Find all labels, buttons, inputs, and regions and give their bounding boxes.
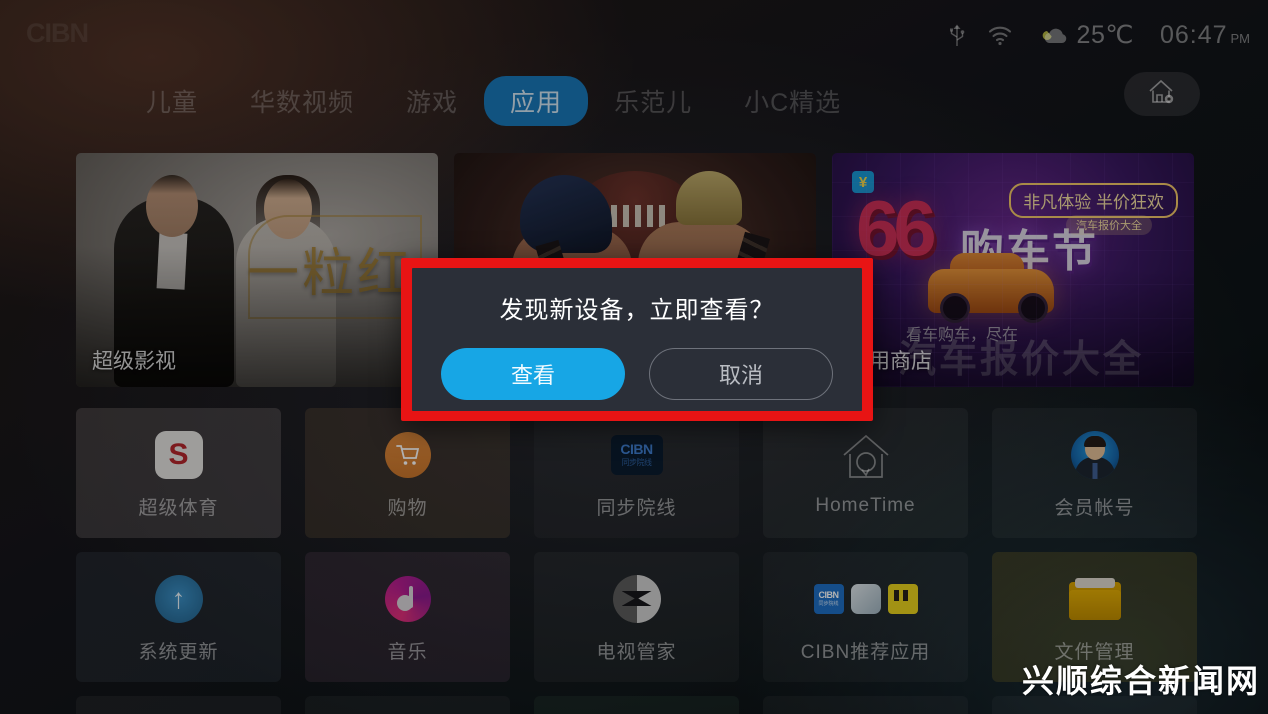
tab-xiaoc[interactable]: 小C精选 bbox=[718, 76, 867, 126]
app-tile-sync-cinema[interactable]: CIBN 同步院线 同步院线 bbox=[534, 408, 739, 538]
new-device-dialog-highlight: 发现新设备，立即查看？ 查看 取消 bbox=[401, 258, 873, 421]
nav-tabs: 儿童 华数视频 游戏 应用 乐范儿 小C精选 bbox=[120, 76, 867, 126]
shopping-cart-icon bbox=[380, 427, 436, 483]
weather-widget: 25℃ bbox=[1039, 20, 1134, 50]
cibn-cinema-glyph: CIBN 同步院线 bbox=[610, 434, 663, 475]
sports-logo-icon: S bbox=[151, 427, 207, 483]
new-device-dialog: 发现新设备，立即查看？ 查看 取消 bbox=[412, 268, 862, 411]
dialog-cancel-button[interactable]: 取消 bbox=[649, 348, 833, 400]
music-note-icon bbox=[380, 571, 436, 627]
app-tile-shopping[interactable]: 购物 bbox=[305, 408, 510, 538]
avatar-hair bbox=[1083, 435, 1106, 447]
cibn-logo: CIBN bbox=[26, 18, 89, 48]
bundle-icon-cibn: CIBN 同步院线 bbox=[813, 583, 844, 614]
dialog-confirm-button[interactable]: 查看 bbox=[441, 348, 625, 400]
clock-time: 06:47 bbox=[1159, 20, 1228, 49]
app-tile-cibn-recommended[interactable]: CIBN 同步院线 CIBN推荐应用 bbox=[763, 552, 968, 682]
home-settings-button[interactable] bbox=[1124, 72, 1200, 116]
app-tile-label: 超级体育 bbox=[138, 497, 219, 519]
app-tile-label: 系统更新 bbox=[138, 641, 219, 663]
bundle-cibn-top: CIBN bbox=[818, 590, 840, 600]
user-avatar-glyph bbox=[1070, 430, 1119, 479]
sports-logo-glyph: S bbox=[154, 430, 203, 479]
banner-app-store[interactable]: ¥ 66 购车节 非凡体验 半价狂欢 汽车报价大全 看车购车，尽在 汽车报价大全… bbox=[832, 153, 1194, 387]
clock-ampm: PM bbox=[1230, 30, 1251, 46]
user-avatar-icon bbox=[1067, 427, 1123, 483]
app-tile-partial-1[interactable] bbox=[76, 696, 281, 714]
app-tile-tv-manager[interactable]: 电视管家 bbox=[534, 552, 739, 682]
app-tile-label: 同步院线 bbox=[596, 497, 677, 519]
app-tile-label: 购物 bbox=[387, 497, 428, 519]
bowtie-icon bbox=[609, 571, 665, 627]
bowtie-shape bbox=[621, 591, 652, 606]
banner-label: 超级影视 bbox=[92, 350, 176, 373]
app-bundle-icon: CIBN 同步院线 bbox=[813, 571, 918, 627]
shopping-cart-glyph bbox=[384, 431, 431, 478]
wifi-icon bbox=[977, 24, 1023, 46]
note-stem bbox=[408, 585, 413, 608]
app-tile-label: 会员帐号 bbox=[1054, 497, 1135, 519]
app-tile-partial-4[interactable] bbox=[763, 696, 968, 714]
bowtie-glyph bbox=[612, 574, 661, 623]
app-tile-label: CIBN推荐应用 bbox=[800, 641, 931, 663]
app-tile-member-account[interactable]: 会员帐号 bbox=[992, 408, 1197, 538]
music-note-glyph bbox=[384, 575, 431, 622]
dialog-actions: 查看 取消 bbox=[441, 348, 833, 400]
clock: 06:47 PM bbox=[1160, 21, 1250, 50]
dialog-title: 发现新设备，立即查看？ bbox=[499, 297, 775, 324]
site-watermark: 兴顺综合新闻网 bbox=[1021, 663, 1260, 699]
tab-wasu[interactable]: 华数视频 bbox=[224, 76, 380, 126]
status-bar: CIBN 25℃ 06:47 PM bbox=[0, 0, 1268, 66]
upload-arrow-icon: ↑ bbox=[151, 571, 207, 627]
promo-grid-bg bbox=[832, 153, 1194, 387]
app-tile-system-update[interactable]: ↑ 系统更新 bbox=[76, 552, 281, 682]
folder-glyph bbox=[1068, 577, 1121, 620]
usb-icon bbox=[937, 22, 977, 48]
app-tile-music[interactable]: 音乐 bbox=[305, 552, 510, 682]
app-bundle-glyph: CIBN 同步院线 bbox=[813, 583, 918, 614]
folder-paper bbox=[1074, 577, 1115, 588]
tab-kids[interactable]: 儿童 bbox=[120, 76, 224, 126]
tab-lefaner[interactable]: 乐范儿 bbox=[588, 76, 718, 126]
folder-icon bbox=[1067, 571, 1123, 627]
app-grid-row-1: S 超级体育 购物 CIBN 同步院线 同步院线 HomeTime 会员帐号 bbox=[76, 408, 1197, 538]
app-tile-hometime[interactable]: HomeTime bbox=[763, 408, 968, 538]
bundle-icon-second bbox=[850, 583, 881, 614]
app-tile-partial-2[interactable] bbox=[305, 696, 510, 714]
app-tile-label: 电视管家 bbox=[596, 641, 677, 663]
cloud-moon-icon bbox=[1039, 23, 1073, 47]
cinema-icon-bottom-text: 同步院线 bbox=[621, 458, 653, 467]
bundle-cibn-bottom: 同步院线 bbox=[818, 601, 839, 607]
temperature-value: 25℃ bbox=[1076, 21, 1134, 49]
home-gear-icon bbox=[1145, 77, 1179, 112]
tab-games[interactable]: 游戏 bbox=[380, 76, 484, 126]
avatar-tie bbox=[1092, 462, 1097, 479]
banner-super-video[interactable]: 一粒红 超级影视 bbox=[76, 153, 438, 387]
nav-bar: 儿童 华数视频 游戏 应用 乐范儿 小C精选 bbox=[0, 72, 1268, 126]
app-tile-label: HomeTime bbox=[815, 495, 916, 516]
cinema-icon-top-text: CIBN bbox=[620, 441, 653, 457]
app-tile-partial-3[interactable] bbox=[534, 696, 739, 714]
house-chat-icon bbox=[838, 429, 894, 485]
cibn-cinema-icon: CIBN 同步院线 bbox=[609, 427, 665, 483]
app-tile-label: 音乐 bbox=[387, 641, 428, 663]
folder-front bbox=[1068, 589, 1121, 620]
app-tile-super-sports[interactable]: S 超级体育 bbox=[76, 408, 281, 538]
bundle-icon-third bbox=[887, 583, 918, 614]
upload-arrow-glyph: ↑ bbox=[154, 574, 203, 623]
system-tray: 25℃ 06:47 PM bbox=[937, 20, 1250, 50]
tv-launcher-screen: CIBN 25℃ 06:47 PM 儿童 华数视频 游戏 应用 乐范儿 小C精选… bbox=[0, 0, 1268, 714]
tab-apps[interactable]: 应用 bbox=[484, 76, 589, 126]
